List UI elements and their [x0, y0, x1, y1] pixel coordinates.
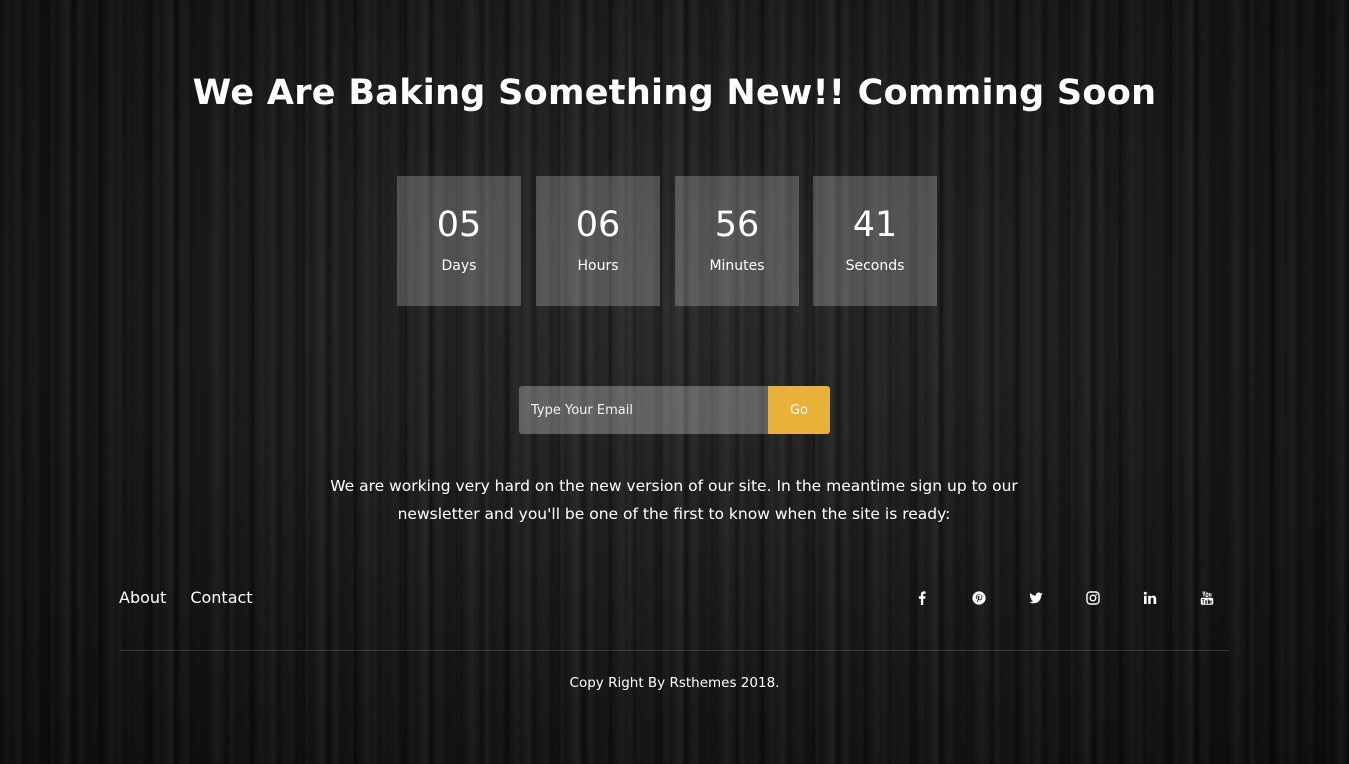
footer-divider [119, 650, 1230, 651]
countdown-hours: 06 Hours [536, 176, 660, 306]
countdown-days-label: Days [441, 258, 477, 274]
pinterest-icon [972, 591, 986, 605]
go-button[interactable]: Go [768, 386, 830, 434]
youtube-link[interactable] [1193, 586, 1221, 610]
page-title: We Are Baking Something New!! Comming So… [192, 73, 1157, 113]
pinterest-link[interactable] [965, 586, 993, 610]
subscribe-form: Go [519, 386, 830, 434]
linkedin-icon [1143, 591, 1157, 604]
countdown-days-value: 05 [436, 205, 482, 245]
countdown-seconds-value: 41 [852, 205, 898, 245]
footer-link-contact[interactable]: Contact [190, 586, 252, 610]
description-text: We are working very hard on the new vers… [330, 477, 1018, 523]
copyright-text: Copy Right By Rsthemes 2018. [569, 675, 780, 691]
countdown-minutes-value: 56 [714, 205, 760, 245]
linkedin-link[interactable] [1136, 586, 1164, 610]
countdown-minutes: 56 Minutes [675, 176, 799, 306]
instagram-link[interactable] [1079, 586, 1107, 610]
facebook-link[interactable] [908, 586, 936, 610]
footer-link-about[interactable]: About [119, 586, 166, 610]
countdown-timer: 05 Days 06 Hours 56 Minutes 41 Seconds [397, 176, 937, 306]
twitter-link[interactable] [1022, 586, 1050, 610]
countdown-seconds: 41 Seconds [813, 176, 937, 306]
footer-nav: About Contact [119, 586, 253, 610]
instagram-icon [1086, 591, 1100, 605]
countdown-days: 05 Days [397, 176, 521, 306]
youtube-icon [1200, 591, 1214, 605]
countdown-hours-value: 06 [575, 205, 621, 245]
email-input[interactable] [519, 386, 768, 434]
countdown-seconds-label: Seconds [845, 258, 905, 274]
countdown-minutes-label: Minutes [709, 258, 765, 274]
twitter-icon [1029, 592, 1043, 604]
countdown-hours-label: Hours [577, 258, 619, 274]
facebook-icon [918, 591, 926, 605]
